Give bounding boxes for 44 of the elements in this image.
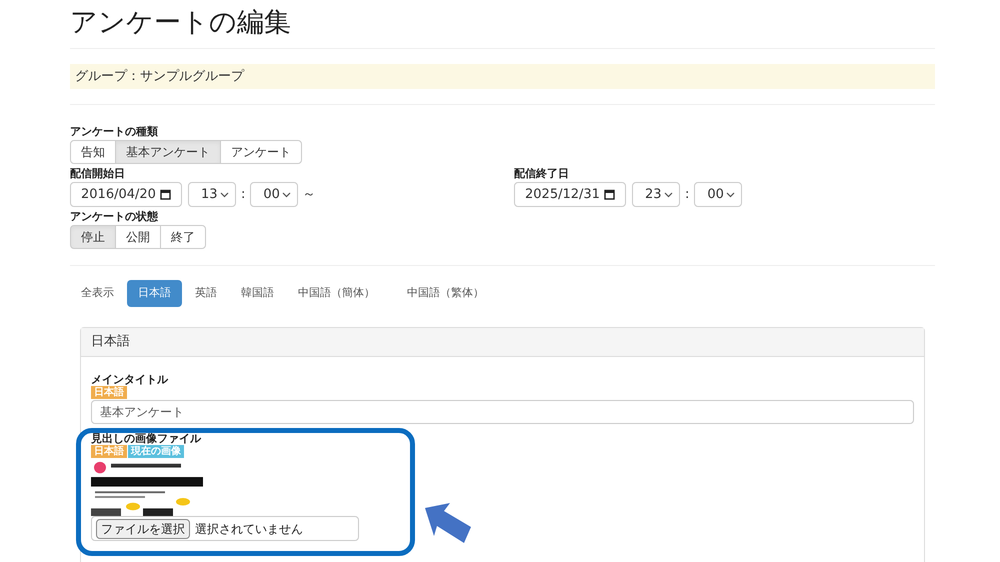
segment-button[interactable]: 基本アンケート: [115, 140, 221, 164]
segment-button[interactable]: アンケート: [220, 140, 302, 164]
language-badge: 日本語: [91, 386, 127, 399]
chevron-icon: [220, 192, 229, 198]
field-label: 見出しの画像ファイル: [91, 432, 202, 445]
language-tab[interactable]: 英語: [184, 280, 228, 307]
chevron-icon: [282, 192, 292, 198]
calendar-icon: [604, 189, 615, 200]
field-label: 配信開始日: [70, 167, 126, 180]
language-tab[interactable]: 中国語（繁体）: [396, 280, 495, 307]
minute-select[interactable]: 00: [694, 182, 742, 207]
chevron-icon: [664, 192, 673, 198]
language-tab[interactable]: 韓国語: [230, 280, 285, 307]
segment-button[interactable]: 停止: [70, 225, 116, 249]
language-badge: 現在の画像: [128, 445, 184, 458]
hour-select[interactable]: 23: [632, 182, 680, 207]
minute-select[interactable]: 00: [250, 182, 298, 207]
chevron-icon: [726, 192, 736, 198]
page-title: アンケートの編集: [70, 6, 292, 40]
language-tab[interactable]: 全表示: [70, 280, 125, 307]
segment-button[interactable]: 公開: [115, 225, 161, 249]
language-tab[interactable]: 日本語: [127, 280, 182, 307]
segment-button[interactable]: 告知: [70, 140, 116, 164]
date-field[interactable]: 2016/04/20: [70, 182, 182, 207]
segment-button[interactable]: 終了: [160, 225, 206, 249]
file-input[interactable]: ファイルを選択 選択されていません: [91, 516, 359, 541]
field-label: メインタイトル: [91, 373, 169, 386]
hour-select[interactable]: 13: [188, 182, 236, 207]
panel-heading: 日本語: [81, 328, 924, 357]
date-field[interactable]: 2025/12/31: [514, 182, 626, 207]
choose-file-button[interactable]: ファイルを選択: [96, 518, 190, 538]
group-banner: グループ：サンプルグループ: [70, 64, 935, 89]
time-separator: :: [240, 186, 246, 204]
field-label: アンケートの種類: [70, 125, 159, 138]
language-tab[interactable]: 中国語（簡体）: [287, 280, 386, 307]
language-badge: 日本語: [91, 445, 127, 458]
title-input[interactable]: 基本アンケート: [91, 400, 914, 424]
field-label: 配信終了日: [514, 167, 570, 180]
arrow-icon: [424, 503, 472, 545]
range-tilde: ～: [302, 186, 316, 204]
field-label: アンケートの状態: [70, 210, 159, 223]
file-status: 選択されていません: [195, 520, 303, 538]
time-separator: :: [684, 186, 690, 204]
calendar-icon: [160, 189, 171, 200]
